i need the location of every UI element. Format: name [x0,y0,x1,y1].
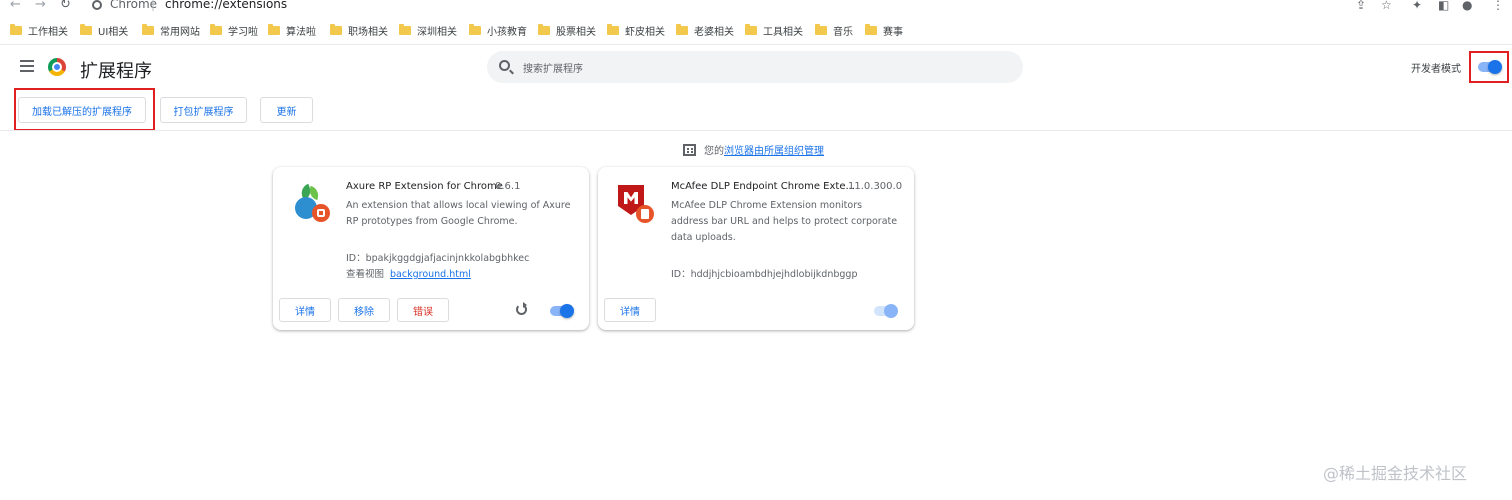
extension-enable-toggle[interactable] [548,303,574,319]
bookmark-folder[interactable]: 学习啦 [210,22,258,38]
update-button[interactable]: 更新 [260,97,313,123]
bookmark-folder[interactable]: 算法啦 [268,22,316,38]
bookmark-folder[interactable]: 音乐 [815,22,853,38]
main-menu-icon[interactable] [20,60,34,72]
bookmark-folder[interactable]: UI相关 [80,22,128,38]
divider [0,130,1512,131]
reload-icon[interactable]: ↻ [60,0,71,11]
reload-icon[interactable] [516,302,527,315]
profile-icon[interactable]: ● [1462,0,1472,11]
bookmark-folder[interactable]: 深圳相关 [399,22,457,38]
extension-id: ID：bpakjkggdgjafjacinjnkkolabgbhkec [346,253,530,264]
extension-id: ID：hddjhjcbioambdhjejhdlobijkdnbggp [671,269,858,280]
extension-enable-toggle [872,303,898,319]
bookmark-folder[interactable]: 赛事 [865,22,903,38]
folder-icon [745,23,757,35]
folder-icon [538,23,550,35]
folder-icon [815,23,827,35]
details-button[interactable]: 详情 [279,298,331,322]
bookmark-folder[interactable]: 工作相关 [10,22,68,38]
side-panel-icon[interactable]: ◧ [1438,0,1449,11]
pack-extension-button[interactable]: 打包扩展程序 [160,97,247,123]
highlight-box [14,88,155,131]
chrome-logo-icon [48,58,66,76]
chrome-site-icon [92,0,102,10]
extension-card: Axure RP Extension for Chrome 0.6.1 An e… [273,167,589,330]
address-bar: ← → ↻ Chrome | chrome://extensions ⇪ ☆ ✦… [0,0,1512,14]
building-icon [683,143,696,156]
extension-name: McAfee DLP Endpoint Chrome Exte... [671,181,856,192]
extension-version: 11.0.300.0 [848,181,903,192]
folder-icon [330,23,342,35]
highlight-box [1469,51,1509,83]
search-placeholder: 搜索扩展程序 [523,64,583,75]
bookmark-star-icon[interactable]: ☆ [1381,0,1392,11]
folder-icon [399,23,411,35]
folder-icon [268,23,280,35]
bookmark-folder[interactable]: 常用网站 [142,22,200,38]
folder-icon [80,23,92,35]
folder-icon [469,23,481,35]
search-input[interactable]: 搜索扩展程序 [487,51,1023,83]
extension-name: Axure RP Extension for Chrome [346,181,503,192]
search-icon [499,60,510,71]
folder-icon [10,23,22,35]
remove-button[interactable]: 移除 [338,298,390,322]
folder-icon [865,23,877,35]
back-icon[interactable]: ← [10,0,21,11]
watermark: @稀土掘金技术社区 [1323,464,1468,483]
inspect-views: 查看视图 background.html [346,269,471,280]
bookmark-folder[interactable]: 工具相关 [745,22,803,38]
axure-icon [293,183,331,223]
extension-description: An extension that allows local viewing o… [346,200,571,227]
page-title: 扩展程序 [80,61,152,82]
mcafee-icon [618,185,658,225]
bookmark-folder[interactable]: 老婆相关 [676,22,734,38]
extension-card: McAfee DLP Endpoint Chrome Exte... 11.0.… [598,167,914,330]
folder-icon [607,23,619,35]
forward-icon[interactable]: → [35,0,46,11]
bookmarks-bar: 工作相关 UI相关 常用网站 学习啦 算法啦 职场相关 深圳相关 小孩教育 股票… [0,18,1512,42]
extension-description: McAfee DLP Chrome Extension monitors add… [671,200,898,243]
menu-kebab-icon[interactable]: ⋮ [1492,0,1504,11]
bookmark-folder[interactable]: 职场相关 [330,22,388,38]
errors-button[interactable]: 错误 [397,298,449,322]
folder-icon [676,23,688,35]
url-text[interactable]: chrome://extensions [165,0,287,11]
folder-icon [142,23,154,35]
share-icon[interactable]: ⇪ [1356,0,1366,11]
folder-icon [210,23,222,35]
bookmark-folder[interactable]: 股票相关 [538,22,596,38]
dev-mode-label: 开发者模式 [1411,64,1461,75]
url-separator: | [151,0,156,11]
divider [0,44,1512,45]
details-button[interactable]: 详情 [604,298,656,322]
extension-version: 0.6.1 [495,181,521,192]
managed-link[interactable]: 浏览器由所属组织管理 [724,142,824,157]
bookmark-folder[interactable]: 虾皮相关 [607,22,665,38]
extensions-puzzle-icon[interactable]: ✦ [1412,0,1422,11]
bookmark-folder[interactable]: 小孩教育 [469,22,527,38]
managed-notice: 您的 浏览器由所属组织管理 [683,142,824,157]
background-page-link[interactable]: background.html [390,269,471,280]
